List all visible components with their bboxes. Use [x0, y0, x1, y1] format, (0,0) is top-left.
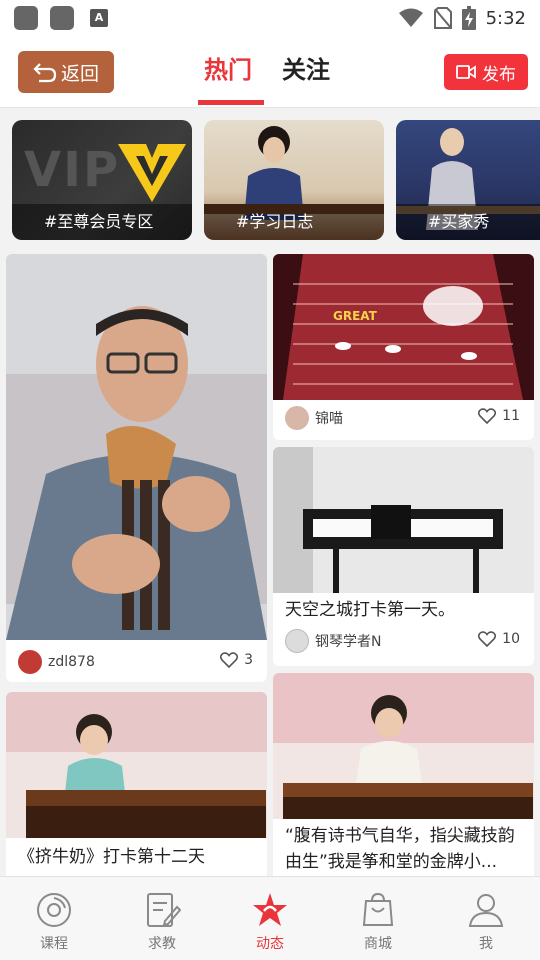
- publish-button[interactable]: 发布: [444, 54, 528, 90]
- nav-label: 我: [479, 936, 493, 952]
- game-screen-text: GREAT: [333, 309, 378, 323]
- topic-card-study-log[interactable]: #学习日志: [204, 120, 384, 240]
- undo-arrow-icon: [33, 63, 57, 83]
- disc-icon: [37, 893, 71, 927]
- avatar: [285, 629, 309, 653]
- vip-logo-icon: [118, 144, 186, 202]
- avatar: [18, 650, 42, 674]
- feed-list: zdl878 3 GREAT 锦喵 11 天空之城打卡第一天。 钢琴学者N 10…: [0, 250, 540, 876]
- card-title: 《挤牛奶》打卡第十二天: [18, 847, 205, 867]
- feed-card[interactable]: 天空之城打卡第一天。 钢琴学者N 10: [273, 447, 534, 666]
- nav-store[interactable]: 商城: [338, 891, 418, 953]
- notification-app-icon: [14, 6, 38, 30]
- nav-ask[interactable]: 求教: [122, 891, 202, 953]
- man-playing-hulusi-image: [6, 254, 267, 640]
- topic-label: #买家秀: [396, 204, 540, 240]
- author-name: 锦喵: [315, 411, 343, 427]
- heart-icon: [478, 631, 497, 647]
- tab-hot[interactable]: 热门: [204, 50, 252, 85]
- card-author[interactable]: 钢琴学者N: [285, 629, 381, 653]
- like-count: 10: [502, 631, 520, 647]
- guzheng-game-screen-image: GREAT: [273, 254, 534, 400]
- video-camera-icon: [456, 65, 476, 79]
- card-author[interactable]: zdl878: [18, 650, 95, 674]
- topic-label: #学习日志: [204, 204, 384, 240]
- back-button[interactable]: 返回: [18, 51, 114, 93]
- nav-label: 商城: [364, 936, 392, 952]
- card-title: 天空之城打卡第一天。: [285, 600, 455, 620]
- publish-button-label: 发布: [482, 64, 516, 85]
- like-count: 11: [502, 408, 520, 424]
- back-button-label: 返回: [60, 62, 99, 85]
- avatar: [285, 406, 309, 430]
- bottom-navigation: 课程 求教 动态 商城 我: [0, 876, 540, 960]
- nav-courses[interactable]: 课程: [14, 891, 94, 953]
- like-button[interactable]: 11: [478, 408, 520, 424]
- status-bar: A 5:32: [0, 0, 540, 36]
- author-name: zdl878: [48, 654, 95, 670]
- star-icon: [253, 893, 287, 926]
- nav-label: 动态: [256, 936, 284, 952]
- girl-playing-guzheng-image: [273, 673, 534, 819]
- edit-icon: [147, 893, 181, 927]
- feed-card[interactable]: “腹有诗书气自华，指尖藏技韵由生”我是筝和堂的金牌小...: [273, 673, 534, 876]
- heart-icon: [220, 652, 239, 668]
- like-button[interactable]: 10: [478, 631, 520, 647]
- nav-profile[interactable]: 我: [446, 891, 526, 953]
- feed-card[interactable]: 《挤牛奶》打卡第十二天: [6, 692, 267, 876]
- topic-card-buyer-show[interactable]: #买家秀: [396, 120, 540, 240]
- like-count: 3: [244, 652, 253, 668]
- author-name: 钢琴学者N: [315, 634, 382, 650]
- card-title: “腹有诗书气自华，指尖藏技韵由生”我是筝和堂的金牌小...: [285, 826, 515, 872]
- topic-card-vip[interactable]: VIP #至尊会员专区: [12, 120, 192, 240]
- top-header: 返回 热门 关注 发布: [0, 36, 540, 108]
- battery-charging-icon: [461, 6, 476, 30]
- topic-carousel: VIP #至尊会员专区 #学习日志 #买家秀: [0, 108, 540, 250]
- no-sim-icon: [433, 7, 452, 29]
- wifi-icon: [398, 8, 423, 27]
- notification-a-icon: A: [90, 9, 108, 27]
- vip-watermark: VIP: [24, 142, 121, 198]
- topic-label: #至尊会员专区: [12, 204, 192, 240]
- user-icon: [468, 894, 504, 927]
- feed-card[interactable]: GREAT 锦喵 11: [273, 254, 534, 440]
- nav-label: 课程: [40, 936, 68, 952]
- nav-feed[interactable]: 动态: [230, 891, 310, 953]
- tab-follow[interactable]: 关注: [282, 50, 330, 85]
- heart-icon: [478, 408, 497, 424]
- notification-app-icon: [50, 6, 74, 30]
- active-tab-indicator: [198, 100, 264, 105]
- feed-card[interactable]: zdl878 3: [6, 254, 267, 682]
- card-author[interactable]: 锦喵: [285, 406, 343, 430]
- shopping-bag-icon: [362, 892, 394, 926]
- like-button[interactable]: 3: [220, 652, 253, 668]
- nav-label: 求教: [148, 936, 176, 952]
- child-playing-guzheng-image: [6, 692, 267, 838]
- clock: 5:32: [485, 7, 526, 29]
- piano-image: [273, 447, 534, 593]
